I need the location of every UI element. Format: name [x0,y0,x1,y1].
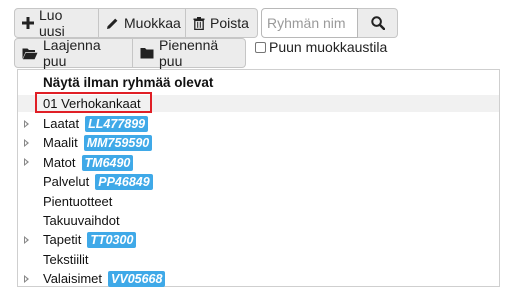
tree-node-text: Tapetit [43,232,82,248]
collapse-tree-button[interactable]: Pienennä puu [133,37,246,69]
edit-mode-toggle[interactable]: Puun muokkaustila [253,38,387,56]
tree-node-text: Takuuvaihdot [43,213,120,228]
group-tree: Näytä ilman ryhmää olevat 01 Verhokankaa… [17,69,500,288]
add-button-label: Luo uusi [39,7,65,39]
code-badge: TM6490 [81,154,134,171]
tree-node-label: Takuuvaihdot [43,213,120,228]
tree-root-node[interactable]: Näytä ilman ryhmää olevat [18,73,499,92]
tree-node[interactable]: Takuuvaihdot [18,211,499,230]
code-badge: VV05668 [108,271,166,288]
tree-node-text: Palvelut [43,174,90,190]
code-badge: LL477899 [85,116,149,132]
caret-right-icon[interactable] [24,274,29,283]
tree-node-label: Laatat LL477899 [43,116,149,132]
tree-node-text: Maalit [43,135,78,151]
tree-node-label: Palvelut PP46849 [43,174,153,191]
tree-node[interactable]: Tekstiilit [18,250,499,269]
search-button[interactable] [358,8,398,38]
tree-node-text: Matot [43,154,76,170]
tree-node-text: Pientuotteet [43,193,113,209]
plus-icon [22,17,34,29]
search-icon [370,16,385,30]
tree-node-label: Tapetit TT0300 [43,232,137,249]
delete-button[interactable]: Poista [186,8,258,38]
edit-mode-checkbox[interactable] [255,41,266,53]
folder-open-icon [22,48,38,59]
tree-node-text: Tekstiilit [43,251,89,267]
tree-node[interactable]: Valaisimet VV05668 [18,269,499,288]
caret-right-icon[interactable] [24,158,29,167]
expand-tree-button[interactable]: Laajenna puu [14,37,133,69]
edit-mode-label: Puun muokkaustila [269,39,388,55]
tree-node[interactable]: Maalit MM759590 [18,133,499,152]
tree-root-label: Näytä ilman ryhmää olevat [43,75,214,90]
tree-node[interactable]: Pientuotteet [18,192,499,211]
folder-icon [140,48,154,59]
tree-node[interactable]: Palvelut PP46849 [18,172,499,191]
code-badge: TT0300 [87,232,137,249]
edit-button-label: Muokkaa [124,15,181,31]
edit-button[interactable]: Muokkaa [99,8,186,38]
add-button[interactable]: Luo uusi [14,7,99,39]
tree-node[interactable]: Laatat LL477899 [18,114,499,133]
trash-icon [193,16,205,30]
tree-node-text: Laatat [43,116,80,131]
tree-node-label: Matot TM6490 [43,154,134,171]
collapse-tree-label: Pienennä puu [159,37,219,69]
selection-highlight-box [35,92,152,113]
tree-node-label: Maalit MM759590 [43,135,153,152]
code-badge: PP46849 [95,174,153,191]
pencil-icon [107,18,118,29]
tree-node[interactable]: Matot TM6490 [18,153,499,172]
tree-node-label: Valaisimet VV05668 [43,271,166,288]
expand-tree-label: Laajenna puu [43,37,101,69]
caret-right-icon[interactable] [24,138,29,147]
tree-node-label: Pientuotteet [43,194,112,209]
code-badge: MM759590 [83,135,153,152]
tree-node[interactable]: Tapetit TT0300 [18,230,499,249]
delete-button-label: Poista [210,15,249,31]
tree-node-text: Valaisimet [43,271,103,287]
tree-node-label: Tekstiilit [43,252,89,267]
search-input[interactable] [261,8,358,38]
caret-right-icon[interactable] [24,235,29,244]
caret-right-icon[interactable] [24,119,29,128]
